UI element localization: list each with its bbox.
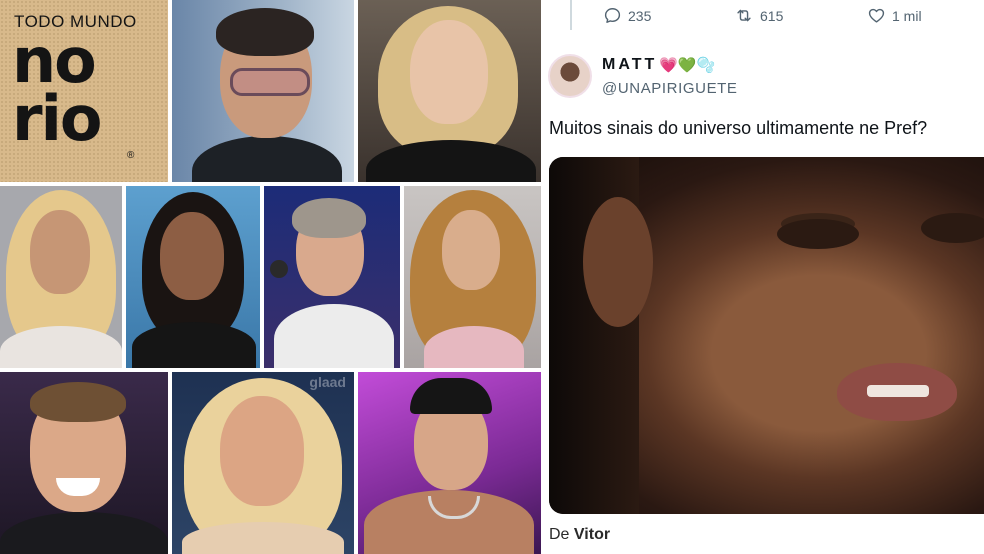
portrait-photo-4	[126, 186, 260, 368]
background-logo-text: glaad	[309, 374, 346, 390]
like-button[interactable]: 1 mil	[867, 6, 922, 25]
credit-prefix: De	[549, 526, 570, 543]
repost-icon	[734, 6, 754, 25]
author-name-text: MATT	[602, 56, 658, 73]
reply-icon	[603, 6, 622, 25]
tweet-card: 235 615 1 mil MATT 💗💚🫧 @UNAPIRIGUETE Mui…	[541, 0, 984, 554]
portrait-photo-7	[0, 372, 168, 554]
tweet-media-image[interactable]	[549, 157, 984, 514]
portrait-photo-5	[264, 186, 400, 368]
portrait-photo-8: glaad	[172, 372, 354, 554]
author-name-emojis: 💗💚🫧	[659, 57, 716, 74]
portrait-photo-6	[404, 186, 541, 368]
portrait-photo-9	[358, 372, 541, 554]
portrait-photo-2	[358, 0, 541, 182]
heart-icon	[867, 6, 886, 25]
tinted-glasses	[230, 68, 310, 96]
image-credit: De Vitor	[549, 526, 610, 544]
repost-count: 615	[760, 7, 784, 24]
portrait-photo-3	[0, 186, 122, 368]
celebrity-collage: TODO MUNDO no rio ® glaad	[0, 0, 541, 554]
microphone-icon	[270, 260, 288, 278]
avatar[interactable]	[548, 54, 592, 98]
todo-mundo-no-rio-logo: TODO MUNDO no rio ®	[0, 0, 168, 182]
author-name[interactable]: MATT 💗💚🫧	[602, 56, 715, 74]
portrait-photo-1	[172, 0, 354, 182]
tweet-actions-bar: 235 615 1 mil	[541, 6, 984, 28]
repost-button[interactable]: 615	[734, 6, 783, 25]
reply-count: 235	[628, 7, 652, 24]
like-count: 1 mil	[892, 7, 922, 24]
credit-name: Vitor	[573, 526, 611, 543]
logo-line-rio: rio	[12, 82, 102, 155]
logo-registered-mark: ®	[127, 150, 135, 161]
author-handle[interactable]: @UNAPIRIGUETE	[602, 80, 738, 97]
tweet-text: Muitos sinais do universo ultimamente ne…	[549, 118, 928, 138]
reply-button[interactable]: 235	[603, 6, 651, 25]
